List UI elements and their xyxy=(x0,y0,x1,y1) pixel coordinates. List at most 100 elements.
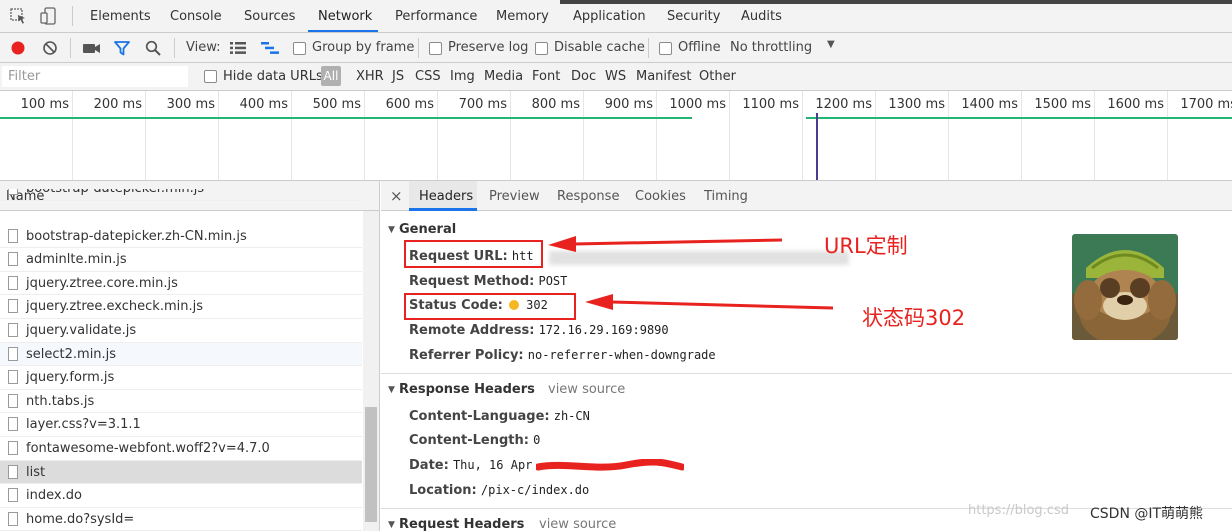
request-name: bootstrap-datepicker.zh-CN.min.js xyxy=(26,228,247,244)
file-icon xyxy=(8,275,18,290)
tab-timing[interactable]: Timing xyxy=(704,189,748,204)
request-row[interactable]: bootstrap-datepicker.min.js xyxy=(0,189,362,201)
screenshot-camera-icon[interactable] xyxy=(83,42,101,59)
request-name: jquery.ztree.excheck.min.js xyxy=(26,299,203,315)
remote-address-key: Remote Address: xyxy=(409,323,535,338)
tab-security[interactable]: Security xyxy=(667,9,720,24)
request-name: fontawesome-webfont.woff2?v=4.7.0 xyxy=(26,441,270,456)
tab-response[interactable]: Response xyxy=(557,189,619,204)
tab-console[interactable]: Console xyxy=(170,9,222,24)
filter-type-other[interactable]: Other xyxy=(699,69,736,84)
filter-bar: Hide data URLs All XHR JS CSS Img Media … xyxy=(0,63,1232,91)
request-row[interactable]: list xyxy=(0,460,362,485)
waterfall-overview-icon[interactable] xyxy=(261,42,279,58)
timeline-tick-label: 1000 ms xyxy=(669,97,726,112)
timeline-tick-label: 300 ms xyxy=(166,97,215,112)
filter-type-js[interactable]: JS xyxy=(392,69,404,84)
request-row[interactable]: jquery.ztree.core.min.js xyxy=(0,272,362,296)
tab-audits[interactable]: Audits xyxy=(741,9,782,24)
filter-type-manifest[interactable]: Manifest xyxy=(636,69,691,84)
filter-type-font[interactable]: Font xyxy=(532,69,560,84)
timeline-tick-label: 100 ms xyxy=(20,97,69,112)
request-row[interactable]: home.do?sysId= xyxy=(0,508,362,532)
request-row[interactable]: jquery.ztree.excheck.min.js xyxy=(0,295,362,319)
offline-checkbox[interactable] xyxy=(659,42,672,55)
timeline-tick-label: 800 ms xyxy=(531,97,580,112)
scrollbar-thumb[interactable] xyxy=(365,407,377,522)
load-event-marker xyxy=(816,113,818,180)
record-icon[interactable] xyxy=(11,41,25,59)
filter-type-doc[interactable]: Doc xyxy=(571,69,596,84)
date-key: Date: xyxy=(409,458,449,473)
response-headers-view-source[interactable]: view source xyxy=(548,382,625,397)
tab-cookies[interactable]: Cookies xyxy=(635,189,686,204)
filter-type-css[interactable]: CSS xyxy=(415,69,441,84)
network-toolbar: View: Group by frame Preserve log Disabl… xyxy=(0,33,1232,63)
request-list-scrollbar[interactable] xyxy=(363,211,379,531)
request-name: jquery.ztree.core.min.js xyxy=(26,275,178,291)
request-row[interactable]: adminlte.min.js xyxy=(0,248,362,272)
tab-application[interactable]: Application xyxy=(573,9,646,24)
preserve-log-checkbox[interactable] xyxy=(429,42,442,55)
filter-icon[interactable] xyxy=(114,41,130,60)
file-icon xyxy=(8,228,18,243)
tab-headers[interactable]: Headers xyxy=(419,189,473,204)
tab-sources[interactable]: Sources xyxy=(244,9,295,24)
filter-type-ws[interactable]: WS xyxy=(605,69,626,84)
details-tabbar: × Headers Preview Response Cookies Timin… xyxy=(381,181,1232,211)
filter-type-img[interactable]: Img xyxy=(450,69,475,84)
search-icon[interactable] xyxy=(145,40,161,60)
request-headers-view-source[interactable]: view source xyxy=(539,517,616,532)
clear-icon[interactable] xyxy=(42,40,58,60)
tab-preview[interactable]: Preview xyxy=(489,189,540,204)
filter-type-all[interactable]: All xyxy=(321,66,341,86)
timeline-overview[interactable]: 100 ms 200 ms 300 ms 400 ms 500 ms 600 ms 700 … xyxy=(0,91,1232,181)
filter-type-media[interactable]: Media xyxy=(484,69,523,84)
request-row[interactable]: bootstrap-datepicker.zh-CN.min.js xyxy=(0,225,362,249)
device-toolbar-icon[interactable] xyxy=(40,7,57,29)
file-icon xyxy=(8,370,18,385)
request-row[interactable]: select2.min.js xyxy=(0,342,362,367)
group-by-frame-label: Group by frame xyxy=(312,40,415,55)
blog-watermark: https://blog.csd xyxy=(968,503,1069,518)
filter-type-xhr[interactable]: XHR xyxy=(356,69,384,84)
request-headers-title[interactable]: Request Headers xyxy=(399,517,524,532)
status-arrow-icon xyxy=(583,292,835,318)
content-language-value: zh-CN xyxy=(553,409,590,423)
file-icon xyxy=(8,323,18,337)
general-section-title[interactable]: General xyxy=(399,222,456,237)
request-row[interactable]: fontawesome-webfont.woff2?v=4.7.0 xyxy=(0,437,362,461)
request-name: jquery.validate.js xyxy=(26,323,137,338)
general-caret-icon[interactable]: ▼ xyxy=(388,225,395,235)
url-highlight-box xyxy=(404,240,543,268)
request-row[interactable]: jquery.form.js xyxy=(0,366,362,390)
throttling-dropdown-icon[interactable]: ▼ xyxy=(827,39,835,50)
request-row[interactable]: layer.css?v=3.1.1 xyxy=(0,413,362,437)
timeline-tick-label: 1200 ms xyxy=(815,97,872,112)
close-details-icon[interactable]: × xyxy=(390,187,403,205)
response-headers-caret-icon[interactable]: ▼ xyxy=(388,385,395,395)
request-method-key: Request Method: xyxy=(409,274,535,289)
request-headers-caret-icon[interactable]: ▼ xyxy=(388,520,395,530)
request-row[interactable]: nth.tabs.js xyxy=(0,390,362,414)
response-headers-title[interactable]: Response Headers xyxy=(399,382,535,397)
tab-memory[interactable]: Memory xyxy=(496,9,549,24)
filter-input[interactable] xyxy=(2,66,188,87)
content-language-row: Content-Language: zh-CN xyxy=(409,409,590,424)
timeline-tick-label: 600 ms xyxy=(385,97,434,112)
group-by-frame-checkbox[interactable] xyxy=(293,42,306,55)
tab-elements[interactable]: Elements xyxy=(90,9,151,24)
inspect-element-icon[interactable] xyxy=(10,8,27,29)
request-row[interactable]: jquery.validate.js xyxy=(0,319,362,343)
section-divider xyxy=(381,373,1232,374)
throttling-select[interactable]: No throttling xyxy=(730,40,812,55)
timeline-tick-label: 200 ms xyxy=(93,97,142,112)
tab-network[interactable]: Network xyxy=(318,9,372,24)
large-rows-list-icon[interactable] xyxy=(230,42,246,58)
disable-cache-checkbox[interactable] xyxy=(535,42,548,55)
hide-data-urls-checkbox[interactable] xyxy=(204,70,217,83)
file-icon xyxy=(8,299,18,314)
tab-performance[interactable]: Performance xyxy=(395,9,477,24)
request-row[interactable]: index.do xyxy=(0,484,362,508)
location-key: Location: xyxy=(409,483,477,498)
